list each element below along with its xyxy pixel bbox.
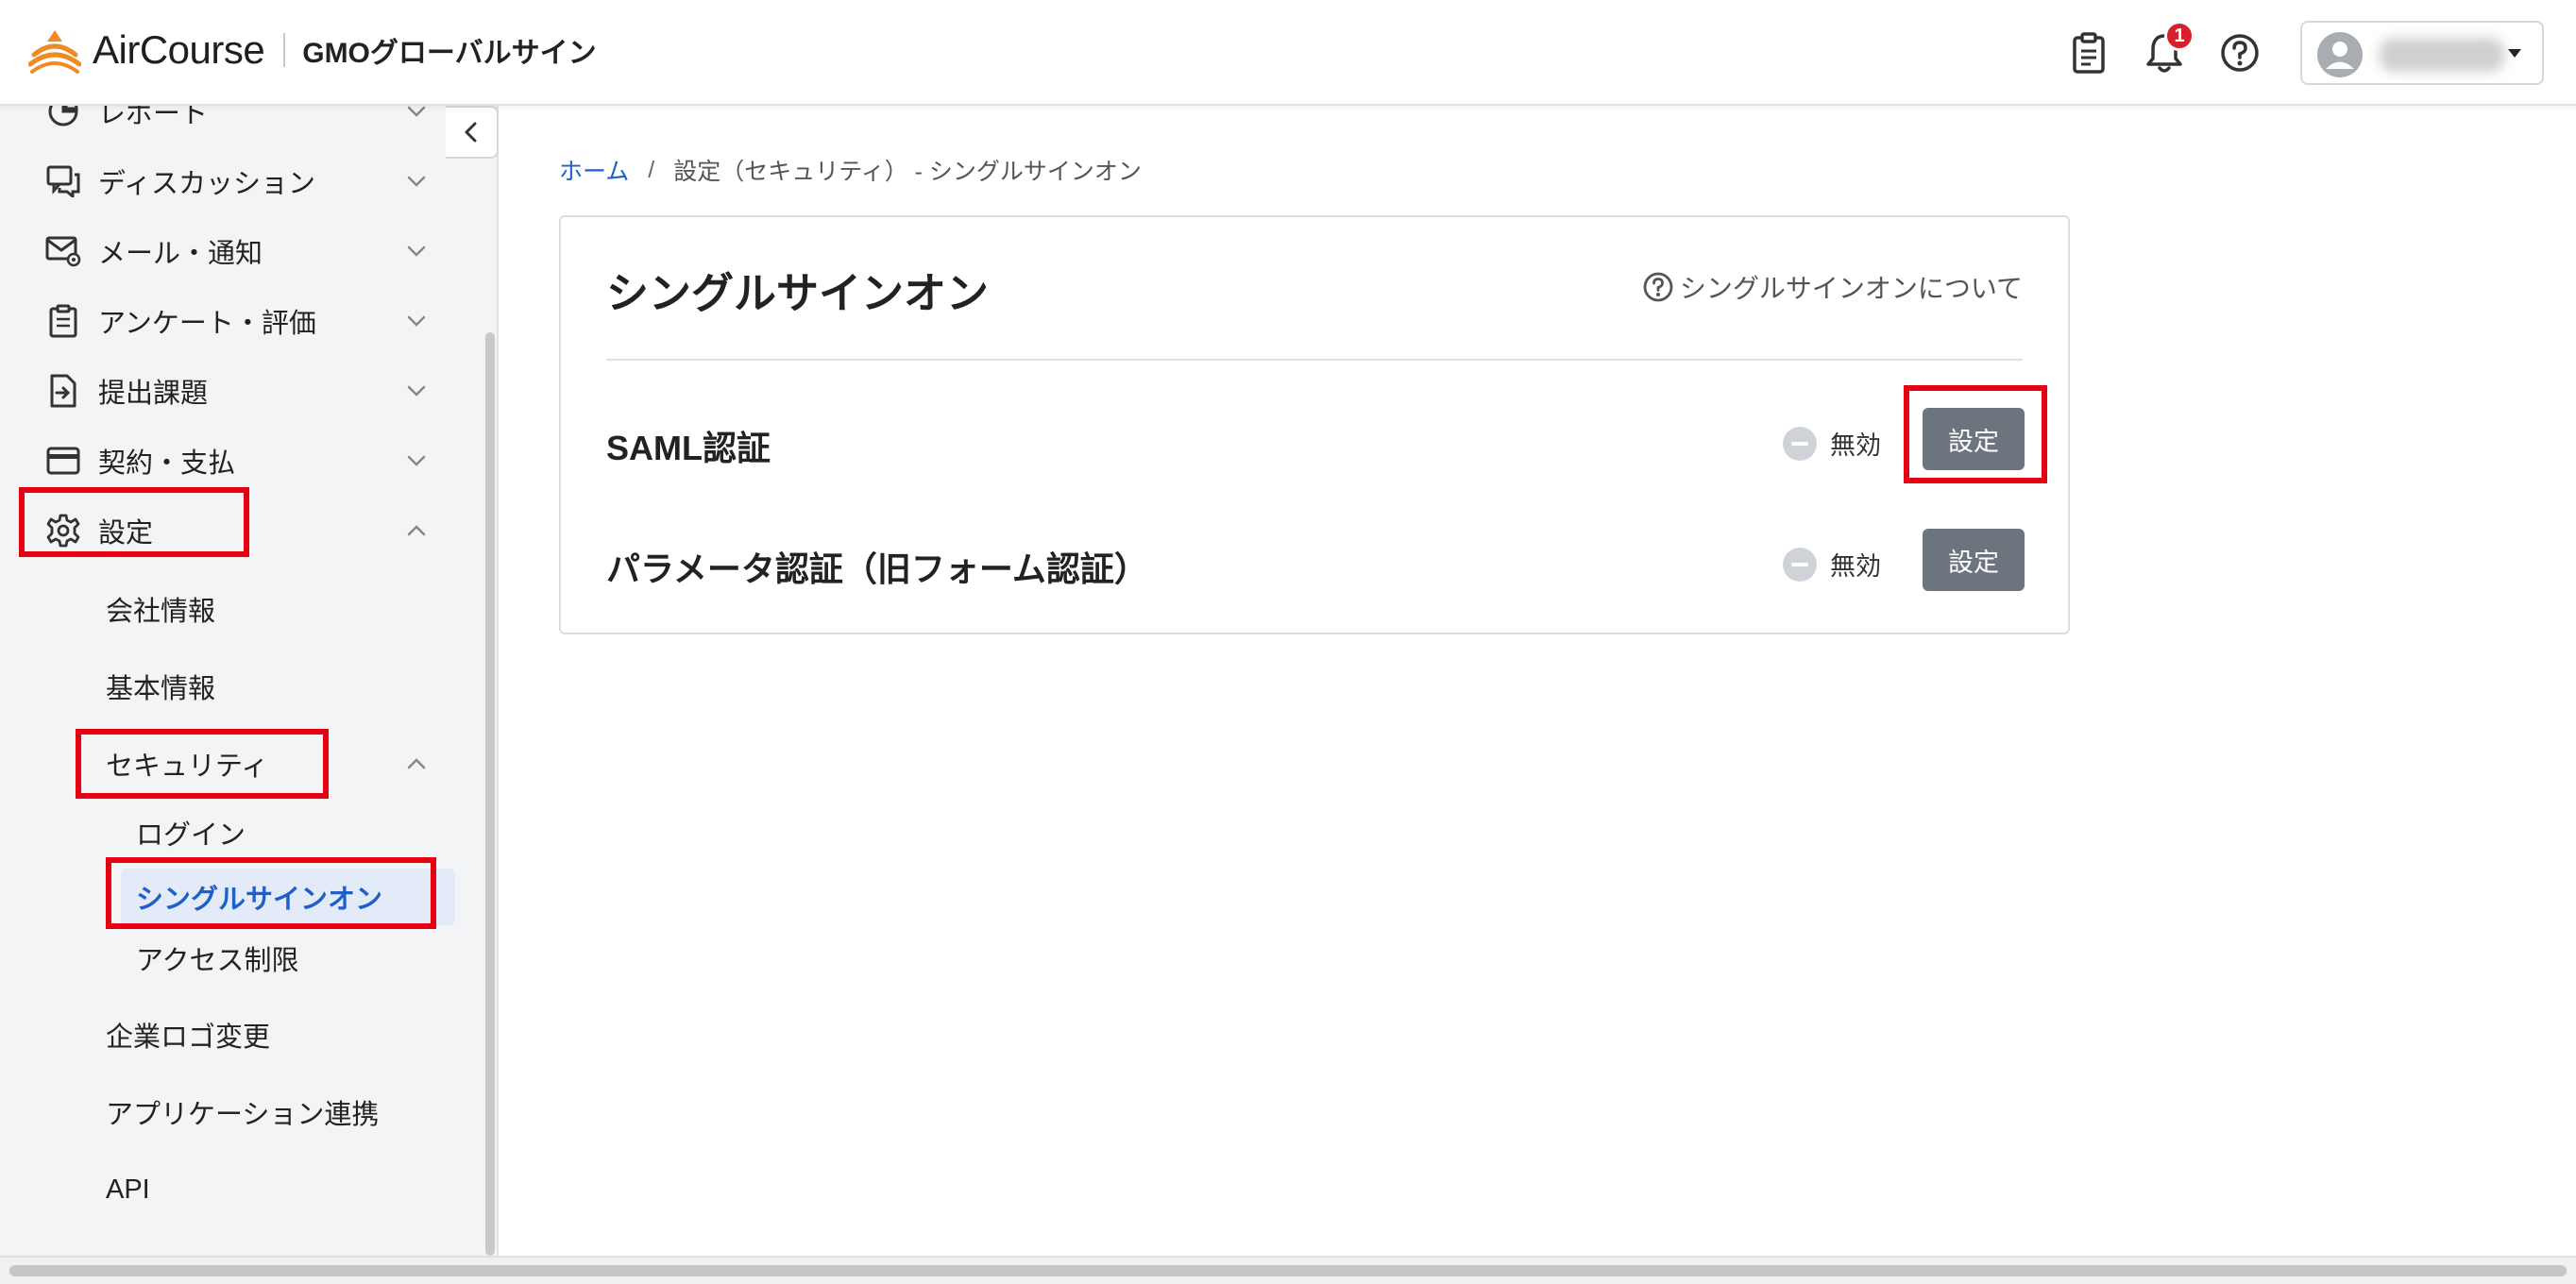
- caret-down-icon: [2508, 49, 2521, 58]
- help-circle-icon: [1643, 272, 1673, 302]
- sidebar-item-label: 提出課題: [98, 379, 209, 409]
- sidebar-subitem-label: 企業ロゴ変更: [106, 1022, 271, 1053]
- breadcrumb-separator: /: [648, 156, 655, 183]
- sso-help-link[interactable]: シングルサインオンについて: [1642, 268, 2023, 306]
- saml-status: 無効: [1783, 425, 1881, 462]
- user-menu[interactable]: [2300, 21, 2544, 85]
- chevron-up-icon: [407, 758, 426, 769]
- card-divider: [606, 359, 2023, 361]
- brand-name: AirCourse: [93, 27, 265, 72]
- sidebar-subitem-label: セキュリティ: [106, 752, 269, 782]
- page-title: シングルサインオン: [606, 269, 990, 317]
- help-circle-icon: [2221, 34, 2259, 72]
- sidebar-item-mail-notification[interactable]: メール・通知: [0, 221, 463, 281]
- sidebar-subitem-label: 基本情報: [106, 674, 216, 704]
- user-name-redacted: [2380, 38, 2504, 72]
- parameter-auth-status: 無効: [1783, 546, 1881, 583]
- breadcrumb: ホーム / 設定（セキュリティ） - シングルサインオン: [559, 153, 1142, 187]
- mail-settings-icon: [45, 233, 81, 269]
- notifications-button[interactable]: 1: [2140, 21, 2195, 77]
- parameter-auth-settings-button[interactable]: 設定: [1923, 529, 2025, 591]
- sidebar-item-contract-payment[interactable]: 契約・支払: [0, 431, 463, 491]
- saml-settings-button[interactable]: 設定: [1923, 408, 2025, 470]
- chevron-left-icon: [465, 122, 477, 143]
- survey-icon: [45, 303, 81, 339]
- sidebar-subitem-security[interactable]: セキュリティ: [106, 735, 521, 792]
- gear-icon: [45, 513, 81, 549]
- horizontal-scrollbar[interactable]: [9, 1265, 2567, 1276]
- sidebar-item-survey[interactable]: アンケート・評価: [0, 291, 463, 351]
- sidebar-subitem-login[interactable]: ログイン: [136, 804, 455, 861]
- sidebar-subitem-label: 会社情報: [106, 597, 216, 627]
- user-avatar-icon: [2317, 32, 2363, 77]
- notification-badge: 1: [2164, 21, 2195, 51]
- disabled-status-icon: [1783, 547, 1817, 582]
- sidebar-item-label: アンケート・評価: [98, 309, 316, 339]
- chevron-up-icon: [407, 525, 426, 536]
- saml-label: SAML認証: [606, 429, 771, 467]
- sidebar-collapse-button[interactable]: [446, 106, 499, 159]
- sidebar-item-submission[interactable]: 提出課題: [0, 361, 463, 421]
- top-header: AirCourse GMOグローバルサイン 1: [0, 0, 2576, 106]
- sso-card: シングルサインオン シングルサインオンについて SAML認証 無効 設定 パラメ…: [559, 215, 2070, 634]
- sidebar-item-label: ディスカッション: [98, 169, 315, 199]
- sidebar-subitem-single-sign-on[interactable]: シングルサインオン: [121, 869, 455, 925]
- sidebar-subitem-app-integration[interactable]: アプリケーション連携: [106, 1084, 521, 1140]
- chevron-down-icon: [407, 385, 426, 397]
- clipboard-icon: [2073, 32, 2105, 74]
- sso-help-label: シングルサインオンについて: [1679, 274, 2023, 303]
- sidebar-subitem-label: アプリケーション連携: [106, 1100, 380, 1130]
- sidebar-subitem-label: シングルサインオン: [136, 885, 383, 915]
- sidebar-subitem-label: アクセス制限: [136, 946, 299, 976]
- brand[interactable]: AirCourse GMOグローバルサイン: [28, 26, 597, 74]
- sidebar-subitem-label: ログイン: [136, 820, 246, 851]
- sidebar-item-label: 契約・支払: [98, 448, 236, 479]
- saml-row: SAML認証 無効 設定: [606, 408, 2025, 474]
- sidebar-item-label: 設定: [98, 518, 154, 549]
- aircourse-logo-icon: [28, 30, 81, 74]
- organization-name: GMOグローバルサイン: [302, 38, 597, 69]
- sidebar-subitem-access-restriction[interactable]: アクセス制限: [136, 930, 455, 987]
- breadcrumb-current: 設定（セキュリティ） - シングルサインオン: [673, 159, 1142, 185]
- sidebar-item-label: メール・通知: [98, 239, 263, 269]
- sidebar-subitem-api[interactable]: API: [106, 1161, 521, 1218]
- brand-divider: [283, 33, 286, 67]
- sidebar-item-settings[interactable]: 設定: [0, 500, 463, 561]
- discussion-icon: [45, 163, 81, 199]
- help-button[interactable]: [2215, 28, 2264, 77]
- submission-icon: [45, 373, 81, 409]
- sidebar-item-discussion[interactable]: ディスカッション: [0, 151, 463, 211]
- credit-card-icon: [45, 443, 81, 479]
- parameter-auth-label: パラメータ認証（旧フォーム認証）: [606, 549, 1148, 588]
- chevron-down-icon: [407, 315, 426, 327]
- chevron-down-icon: [407, 176, 426, 187]
- sidebar-subitem-label: API: [106, 1174, 150, 1205]
- parameter-auth-status-text: 無効: [1830, 552, 1881, 581]
- sidebar-subitem-company-info[interactable]: 会社情報: [106, 581, 521, 637]
- breadcrumb-home-link[interactable]: ホーム: [559, 153, 629, 187]
- sidebar-subitem-company-logo[interactable]: 企業ロゴ変更: [106, 1006, 521, 1063]
- saml-status-text: 無効: [1830, 431, 1881, 460]
- task-list-button[interactable]: [2064, 28, 2113, 77]
- sidebar-subitem-basic-info[interactable]: 基本情報: [106, 658, 521, 715]
- disabled-status-icon: [1783, 426, 1817, 461]
- chevron-down-icon: [407, 245, 426, 257]
- parameter-auth-row: パラメータ認証（旧フォーム認証） 無効 設定: [606, 529, 2025, 595]
- chevron-down-icon: [407, 455, 426, 466]
